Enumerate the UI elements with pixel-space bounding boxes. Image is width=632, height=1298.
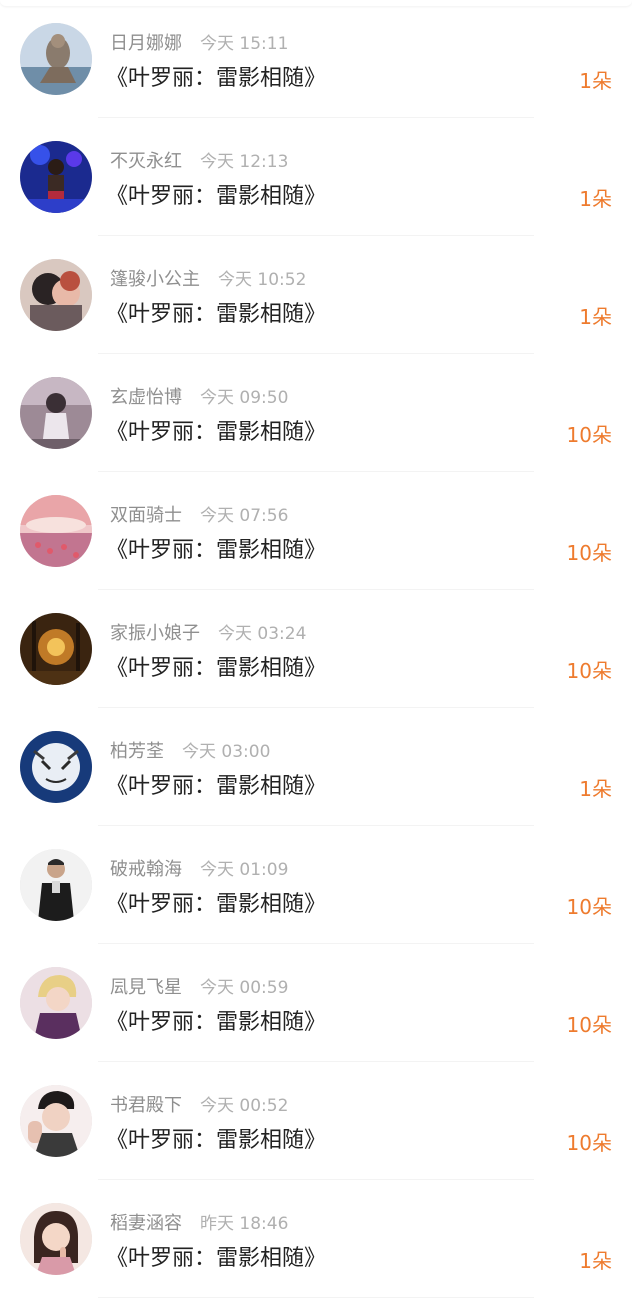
list-item[interactable]: 日月娜娜 今天 15:11 《叶罗丽：雷影相随》 1朵	[0, 0, 632, 118]
flower-amount: 1朵	[579, 1249, 612, 1273]
username[interactable]: 双面骑士	[110, 505, 182, 526]
avatar[interactable]	[20, 967, 92, 1039]
username-line: 双面骑士 今天 07:56	[110, 504, 288, 528]
work-title[interactable]: 《叶罗丽：雷影相随》	[106, 300, 326, 330]
work-title[interactable]: 《叶罗丽：雷影相随》	[106, 1244, 326, 1274]
username-line: 家振小娘子 今天 03:24	[110, 622, 306, 646]
username[interactable]: 玄虚怡博	[110, 387, 182, 408]
avatar[interactable]	[20, 495, 92, 567]
list-item[interactable]: 篷骏小公主 今天 10:52 《叶罗丽：雷影相随》 1朵	[0, 236, 632, 354]
list-item[interactable]: 不灭永红 今天 12:13 《叶罗丽：雷影相随》 1朵	[0, 118, 632, 236]
flower-amount: 1朵	[579, 305, 612, 329]
avatar[interactable]	[20, 731, 92, 803]
work-title[interactable]: 《叶罗丽：雷影相随》	[106, 772, 326, 802]
avatar[interactable]	[20, 377, 92, 449]
timestamp: 今天 01:09	[200, 860, 289, 880]
work-title[interactable]: 《叶罗丽：雷影相随》	[106, 536, 326, 566]
avatar[interactable]	[20, 23, 92, 95]
username-line: 破戒翰海 今天 01:09	[110, 858, 288, 882]
flower-amount: 10朵	[566, 1013, 612, 1037]
avatar[interactable]	[20, 259, 92, 331]
list-item[interactable]: 稻妻涵容 昨天 18:46 《叶罗丽：雷影相随》 1朵	[0, 1180, 632, 1298]
flower-amount: 1朵	[579, 777, 612, 801]
avatar[interactable]	[20, 849, 92, 921]
username[interactable]: 柏芳荃	[110, 741, 164, 762]
flower-amount: 1朵	[579, 187, 612, 211]
timestamp: 今天 12:13	[200, 152, 289, 172]
username[interactable]: 家振小娘子	[110, 623, 200, 644]
list-item[interactable]: 家振小娘子 今天 03:24 《叶罗丽：雷影相随》 10朵	[0, 590, 632, 708]
timestamp: 今天 10:52	[218, 270, 307, 290]
gift-record-list: 日月娜娜 今天 15:11 《叶罗丽：雷影相随》 1朵 不灭永红 今天 12:13 …	[0, 0, 632, 1298]
timestamp: 今天 00:59	[200, 978, 289, 998]
timestamp: 今天 00:52	[200, 1096, 289, 1116]
username[interactable]: 凨見飞星	[110, 977, 182, 998]
username-line: 篷骏小公主 今天 10:52	[110, 268, 306, 292]
list-item[interactable]: 书君殿下 今天 00:52 《叶罗丽：雷影相随》 10朵	[0, 1062, 632, 1180]
username-line: 柏芳荃 今天 03:00	[110, 740, 270, 764]
flower-amount: 10朵	[566, 1131, 612, 1155]
username[interactable]: 不灭永红	[110, 151, 182, 172]
work-title[interactable]: 《叶罗丽：雷影相随》	[106, 182, 326, 212]
list-item[interactable]: 双面骑士 今天 07:56 《叶罗丽：雷影相随》 10朵	[0, 472, 632, 590]
flower-amount: 10朵	[566, 423, 612, 447]
flower-amount: 1朵	[579, 69, 612, 93]
work-title[interactable]: 《叶罗丽：雷影相随》	[106, 64, 326, 94]
timestamp: 今天 15:11	[200, 34, 289, 54]
timestamp: 昨天 18:46	[200, 1214, 289, 1234]
flower-amount: 10朵	[566, 541, 612, 565]
username-line: 玄虚怡博 今天 09:50	[110, 386, 288, 410]
avatar[interactable]	[20, 613, 92, 685]
avatar[interactable]	[20, 141, 92, 213]
username[interactable]: 篷骏小公主	[110, 269, 200, 290]
work-title[interactable]: 《叶罗丽：雷影相随》	[106, 654, 326, 684]
username[interactable]: 破戒翰海	[110, 859, 182, 880]
work-title[interactable]: 《叶罗丽：雷影相随》	[106, 890, 326, 920]
list-item[interactable]: 玄虚怡博 今天 09:50 《叶罗丽：雷影相随》 10朵	[0, 354, 632, 472]
username-line: 书君殿下 今天 00:52	[110, 1094, 288, 1118]
username-line: 日月娜娜 今天 15:11	[110, 32, 288, 56]
flower-amount: 10朵	[566, 895, 612, 919]
flower-amount: 10朵	[566, 659, 612, 683]
username[interactable]: 日月娜娜	[110, 33, 182, 54]
username-line: 稻妻涵容 昨天 18:46	[110, 1212, 288, 1236]
timestamp: 今天 03:24	[218, 624, 307, 644]
timestamp: 今天 07:56	[200, 506, 289, 526]
work-title[interactable]: 《叶罗丽：雷影相随》	[106, 1126, 326, 1156]
work-title[interactable]: 《叶罗丽：雷影相随》	[106, 418, 326, 448]
username-line: 凨見飞星 今天 00:59	[110, 976, 288, 1000]
username-line: 不灭永红 今天 12:13	[110, 150, 288, 174]
avatar[interactable]	[20, 1203, 92, 1275]
username[interactable]: 稻妻涵容	[110, 1213, 182, 1234]
timestamp: 今天 03:00	[182, 742, 271, 762]
list-item[interactable]: 柏芳荃 今天 03:00 《叶罗丽：雷影相随》 1朵	[0, 708, 632, 826]
list-item[interactable]: 凨見飞星 今天 00:59 《叶罗丽：雷影相随》 10朵	[0, 944, 632, 1062]
work-title[interactable]: 《叶罗丽：雷影相随》	[106, 1008, 326, 1038]
timestamp: 今天 09:50	[200, 388, 289, 408]
username[interactable]: 书君殿下	[110, 1095, 182, 1116]
avatar[interactable]	[20, 1085, 92, 1157]
list-item[interactable]: 破戒翰海 今天 01:09 《叶罗丽：雷影相随》 10朵	[0, 826, 632, 944]
